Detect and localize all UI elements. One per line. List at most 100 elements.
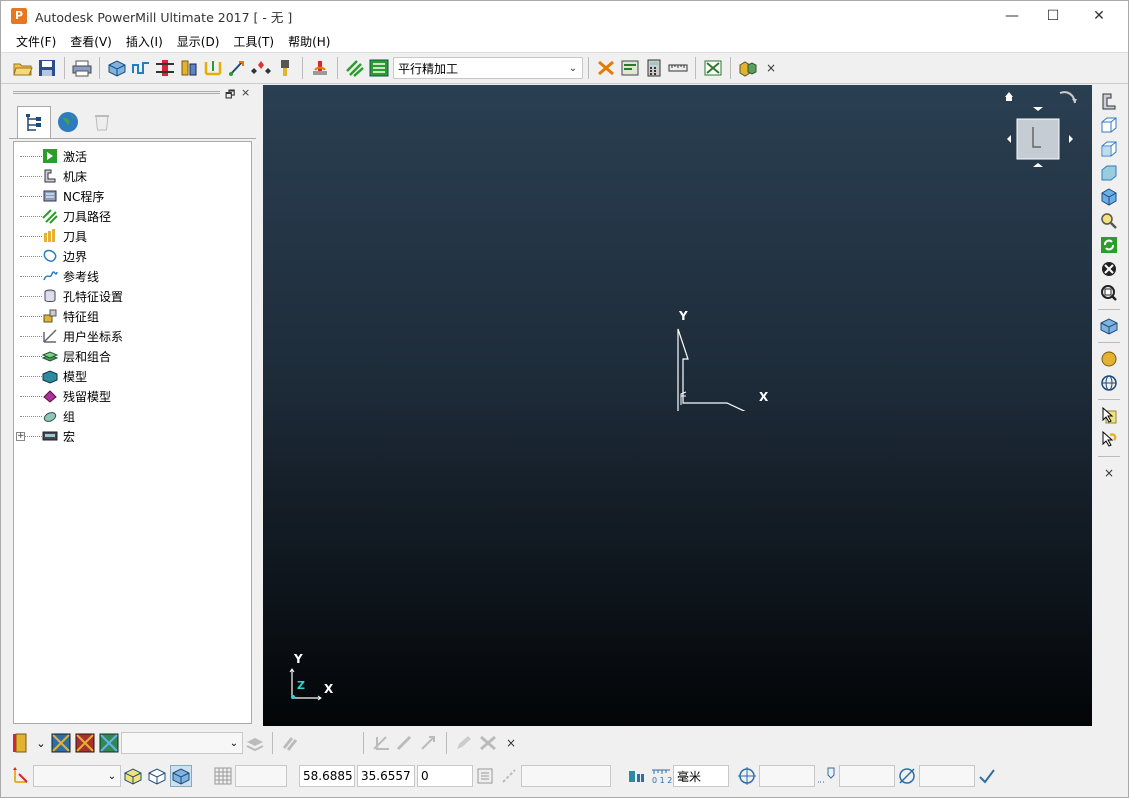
restore-icon[interactable]: 🗗: [225, 86, 235, 105]
select-cursor-icon[interactable]: [1098, 405, 1120, 427]
stack-icon[interactable]: [244, 732, 266, 754]
tree-item-nc-programs[interactable]: NC程序: [14, 186, 251, 206]
chevron-down-icon[interactable]: ⌄: [104, 771, 120, 782]
view-iso1-icon[interactable]: [1098, 114, 1120, 136]
block-toggle-2-icon[interactable]: [74, 732, 96, 754]
workplane-selector[interactable]: ⌄: [33, 765, 121, 787]
tree-item-stock-models[interactable]: 残留模型: [14, 386, 251, 406]
tolerance-field[interactable]: [759, 765, 815, 787]
edit-pencil-icon[interactable]: [453, 732, 475, 754]
block-toggle-1-icon[interactable]: [50, 732, 72, 754]
coord-y-field[interactable]: 35.6557: [357, 765, 415, 787]
chevron-down-icon[interactable]: ⌄: [34, 732, 48, 754]
tree-item-hole-feature-sets[interactable]: 孔特征设置: [14, 286, 251, 306]
calculator-small-icon[interactable]: [474, 765, 496, 787]
checkmark-icon[interactable]: [976, 765, 998, 787]
tool-create-icon[interactable]: [154, 57, 176, 79]
tree-item-groups[interactable]: 组: [14, 406, 251, 426]
toolbar-close-icon[interactable]: ×: [764, 61, 778, 75]
toolpath-strategy-icon[interactable]: [344, 57, 366, 79]
view-iso4-icon[interactable]: [1098, 186, 1120, 208]
close-icon[interactable]: ×: [241, 86, 250, 99]
diameter-icon[interactable]: [896, 765, 918, 787]
leads-links-icon[interactable]: [202, 57, 224, 79]
snap-icon[interactable]: [498, 765, 520, 787]
tree-item-machine[interactable]: 机床: [14, 166, 251, 186]
collision-check-icon[interactable]: [595, 57, 617, 79]
delete-cross-icon[interactable]: [477, 732, 499, 754]
shaded-sphere-icon[interactable]: [1098, 348, 1120, 370]
tool-holder-icon[interactable]: [274, 57, 296, 79]
rapid-move-icon[interactable]: [130, 57, 152, 79]
menu-tools[interactable]: 工具(T): [226, 33, 281, 50]
graphics-viewport[interactable]: Y X Y X Z: [263, 85, 1092, 726]
save-icon[interactable]: [36, 57, 58, 79]
cube-toggle-2-icon[interactable]: [146, 765, 168, 787]
expand-icon[interactable]: +: [16, 432, 25, 441]
leads-disabled-2-icon[interactable]: [394, 732, 416, 754]
zoom-icon[interactable]: [1098, 210, 1120, 232]
units-ruler-icon[interactable]: 0 1 2: [650, 765, 672, 787]
toolbar-close-icon[interactable]: ×: [504, 736, 518, 750]
tab-recycle-bin[interactable]: [85, 106, 119, 138]
tree-item-patterns[interactable]: 参考线: [14, 266, 251, 286]
tree-item-boundaries[interactable]: 边界: [14, 246, 251, 266]
chevron-down-icon[interactable]: ⌄: [226, 738, 242, 749]
shaded-view-icon[interactable]: [1098, 315, 1120, 337]
tree-item-models[interactable]: 模型: [14, 366, 251, 386]
feeds-speeds-icon[interactable]: [178, 57, 200, 79]
menu-display[interactable]: 显示(D): [170, 33, 227, 50]
block-icon[interactable]: [106, 57, 128, 79]
undo-select-icon[interactable]: [1098, 429, 1120, 451]
view-top-icon[interactable]: [1098, 90, 1120, 112]
crosshair-icon[interactable]: [736, 765, 758, 787]
menu-file[interactable]: 文件(F): [9, 33, 63, 50]
active-toolpath-icon[interactable]: [368, 57, 390, 79]
menu-insert[interactable]: 插入(I): [119, 33, 170, 50]
minimize-button[interactable]: —: [989, 1, 1035, 31]
print-icon[interactable]: [71, 57, 93, 79]
block-toggle-3-icon[interactable]: [98, 732, 120, 754]
view-iso2-icon[interactable]: [1098, 138, 1120, 160]
cube-toggle-3-icon[interactable]: [170, 765, 192, 787]
menu-help[interactable]: 帮助(H): [281, 33, 337, 50]
tab-explorer-tree[interactable]: [17, 106, 51, 138]
zoom-extents-icon[interactable]: [702, 57, 724, 79]
toolpath-verify-icon[interactable]: [309, 57, 331, 79]
calculator-icon[interactable]: [643, 57, 665, 79]
tree-item-activate[interactable]: 激活: [14, 146, 251, 166]
leads-disabled-3-icon[interactable]: [418, 732, 440, 754]
model-view-icon[interactable]: [737, 57, 759, 79]
model-status-icon[interactable]: [626, 765, 648, 787]
chevron-down-icon[interactable]: ⌄: [564, 63, 582, 74]
close-icon[interactable]: ×: [1098, 462, 1120, 484]
tab-globe[interactable]: [51, 106, 85, 138]
view-cube[interactable]: [1003, 85, 1092, 175]
tree-item-tools[interactable]: 刀具: [14, 226, 251, 246]
drag-grip[interactable]: [13, 91, 220, 94]
units-field[interactable]: 毫米: [673, 765, 729, 787]
offset-field[interactable]: [839, 765, 895, 787]
tree-item-macros[interactable]: + 宏: [14, 426, 251, 446]
tool-list-icon[interactable]: [10, 732, 32, 754]
view-iso3-icon[interactable]: [1098, 162, 1120, 184]
group-selector[interactable]: ⌄: [121, 732, 243, 754]
coord-z-field[interactable]: 0: [417, 765, 473, 787]
tree-item-levels-sets[interactable]: 层和组合: [14, 346, 251, 366]
snap-field[interactable]: [521, 765, 611, 787]
start-end-point-icon[interactable]: [226, 57, 248, 79]
diameter-field[interactable]: [919, 765, 975, 787]
stepover-icon[interactable]: [250, 57, 272, 79]
maximize-button[interactable]: ☐: [1030, 1, 1076, 31]
toolpath-selector[interactable]: 平行精加工 ⌄: [393, 57, 583, 79]
tree-item-toolpaths[interactable]: 刀具路径: [14, 206, 251, 226]
tree-item-workplanes[interactable]: 用户坐标系: [14, 326, 251, 346]
refresh-icon[interactable]: [1098, 234, 1120, 256]
tool-offset-icon[interactable]: [816, 765, 838, 787]
zoom-box-icon[interactable]: [1098, 282, 1120, 304]
grid-size-field[interactable]: [235, 765, 287, 787]
menu-view[interactable]: 查看(V): [63, 33, 119, 50]
pliers-icon[interactable]: [279, 732, 301, 754]
tree-item-feature-groups[interactable]: 特征组: [14, 306, 251, 326]
zoom-fit-icon[interactable]: [1098, 258, 1120, 280]
